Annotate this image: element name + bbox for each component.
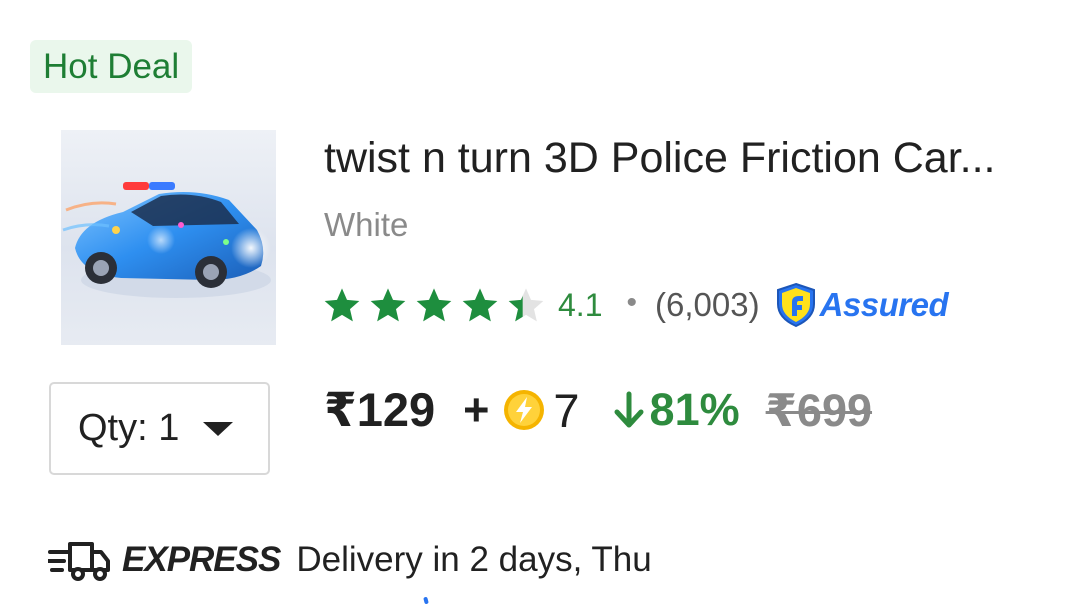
assured-badge[interactable]: Assured [774,282,949,328]
rating-value: 4.1 [558,286,603,323]
product-title[interactable]: twist n turn 3D Police Friction Car... [324,134,1069,183]
separator-dot: • [626,286,637,319]
star-icon [370,288,406,322]
discount-percent: 81% [649,384,740,435]
rating-row: 4.1 • (6,003) Assured [322,280,949,330]
partial-star-icon [508,288,544,322]
hot-deal-badge: Hot Deal [30,40,193,93]
original-price: ₹699 [765,384,873,436]
price-row: ₹129 + 7 81% ₹699 [324,380,872,440]
rating-stars [322,285,552,325]
product-variant: White [324,206,409,243]
delivery-info: EXPRESS Delivery in 2 days, Thu [48,535,652,585]
rating-count[interactable]: (6,003) [655,286,760,324]
star-icon [416,288,452,322]
supercoin-icon [504,390,545,430]
plus-sign: + [463,384,490,435]
express-label: EXPRESS [122,540,281,579]
police-car-icon [62,182,271,298]
quantity-selector[interactable]: Qty: 1 [49,382,270,475]
delivery-text: Delivery in 2 days, Thu [296,540,652,579]
star-icon [324,288,360,322]
assured-label: Assured [819,286,949,323]
discount: 81% [612,384,740,436]
caret-down-icon [203,421,234,436]
express-truck-icon [48,542,110,581]
assured-shield-icon [776,282,815,328]
star-icon [462,288,498,322]
selling-price: ₹129 [324,383,436,436]
quantity-label: Qty: 1 [78,407,180,449]
scroll-indicator [423,596,429,605]
arrow-down-icon [614,391,644,428]
product-image[interactable] [61,130,276,345]
supercoin-amount: 7 [553,383,580,437]
